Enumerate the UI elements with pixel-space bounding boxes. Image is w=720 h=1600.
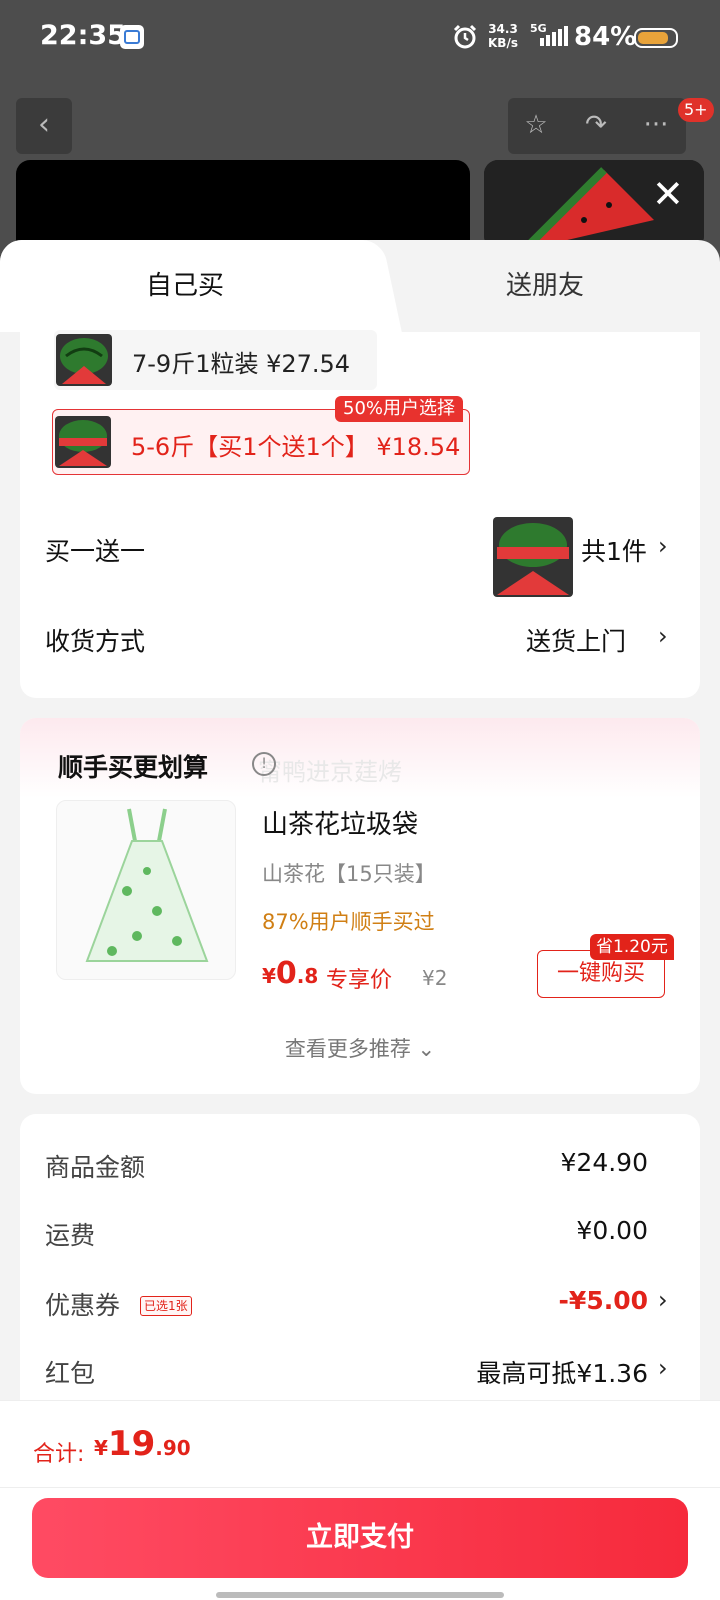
battery-percent: 84% xyxy=(574,22,637,52)
sku-label: 7-9斤1粒装 ¥27.54 xyxy=(132,350,351,378)
promo-count[interactable]: 共1件 xyxy=(581,532,647,568)
pay-now-button[interactable]: 立即支付 xyxy=(32,1498,688,1578)
upsell-title: 顺手买更划算 xyxy=(58,753,209,782)
delivery-label: 收货方式 xyxy=(45,627,146,656)
total-currency: ¥ xyxy=(94,1436,108,1460)
total-label: 合计: xyxy=(33,1442,85,1467)
share-button[interactable]: ↷ xyxy=(568,98,624,154)
watermark-text: 甯鸭进京莛烤 xyxy=(258,758,402,786)
tab-buy-self[interactable]: 自己买 xyxy=(0,240,370,332)
price-label: 专享价 xyxy=(326,968,393,993)
product-image[interactable] xyxy=(56,800,236,980)
network-speed: 34.3 KB/s xyxy=(488,22,518,50)
product-social-proof: 87%用户顺手买过 xyxy=(262,910,435,934)
message-badge: 5+ xyxy=(678,98,714,122)
more-icon: ··· xyxy=(643,110,669,140)
chevron-right-icon: › xyxy=(658,532,668,560)
star-icon: ☆ xyxy=(524,110,548,140)
top-actions: ☆ ↷ ··· xyxy=(508,98,686,154)
product-spec: 山茶花【15只装】 xyxy=(262,862,436,886)
alarm-icon xyxy=(452,24,478,54)
red-packet-label: 红包 xyxy=(45,1359,96,1388)
sku-label: 5-6斤【买1个送1个】 ¥18.54 xyxy=(131,433,461,461)
tab-send-friend[interactable]: 送朋友 xyxy=(370,240,720,332)
shipping-label: 运费 xyxy=(45,1221,96,1250)
shipping-value: ¥0.00 xyxy=(576,1216,648,1245)
product-price: ¥0.8 xyxy=(262,956,318,991)
red-packet-value[interactable]: 最高可抵¥1.36 xyxy=(476,1354,648,1390)
goods-amount-label: 商品金额 xyxy=(45,1153,146,1182)
more-recommendations-link[interactable]: 查看更多推荐 ⌄ xyxy=(0,1033,720,1063)
sku-thumbnail xyxy=(55,416,111,468)
chevron-right-icon: › xyxy=(658,622,668,650)
signal-icon xyxy=(540,26,568,50)
status-time: 22:35 xyxy=(40,20,126,51)
more-button[interactable]: ··· xyxy=(628,98,684,154)
sku-popular-badge: 50%用户选择 xyxy=(335,396,464,422)
network-speed-value: 34.3 xyxy=(488,22,518,36)
back-button[interactable]: ‹ xyxy=(16,98,72,154)
gift-thumbnail[interactable] xyxy=(493,517,573,597)
coupon-label: 优惠券 xyxy=(45,1291,121,1320)
network-speed-unit: KB/s xyxy=(488,36,518,50)
delivery-value[interactable]: 送货上门 xyxy=(526,622,626,658)
battery-icon xyxy=(634,28,678,48)
save-badge: 省1.20元 xyxy=(590,934,674,960)
goods-amount-value: ¥24.90 xyxy=(560,1148,648,1177)
close-button[interactable]: ✕ xyxy=(652,175,684,213)
chevron-right-icon: › xyxy=(658,1286,668,1314)
original-price: ¥2 xyxy=(422,966,448,990)
coupon-selected-tag: 已选1张 xyxy=(140,1296,192,1316)
total-decimal: .90 xyxy=(155,1436,191,1460)
info-icon[interactable]: ! xyxy=(252,752,276,776)
tab-buy-self-label: 自己买 xyxy=(145,271,224,301)
share-icon: ↷ xyxy=(585,110,607,140)
coupon-value[interactable]: -¥5.00 xyxy=(559,1286,648,1315)
total-amount: ¥19.90 xyxy=(94,1424,191,1464)
total-integer: 19 xyxy=(107,1424,156,1464)
promo-label: 买一送一 xyxy=(45,537,146,566)
home-indicator[interactable] xyxy=(216,1592,504,1598)
close-icon: ✕ xyxy=(652,172,684,216)
price-currency: ¥ xyxy=(262,964,276,988)
price-decimal: .8 xyxy=(296,964,319,988)
status-bar: 22:35 34.3 KB/s 5G 84% xyxy=(0,0,720,76)
sku-thumbnail xyxy=(56,334,112,386)
favorite-button[interactable]: ☆ xyxy=(508,98,564,154)
product-name[interactable]: 山茶花垃圾袋 xyxy=(262,804,418,841)
chevron-left-icon: ‹ xyxy=(38,107,50,142)
price-integer: 0 xyxy=(275,956,297,991)
divider xyxy=(0,1487,720,1488)
app-notification-icon xyxy=(120,25,144,49)
chevron-right-icon: › xyxy=(658,1354,668,1382)
sku-option[interactable]: 7-9斤1粒装 ¥27.54 xyxy=(54,330,377,390)
